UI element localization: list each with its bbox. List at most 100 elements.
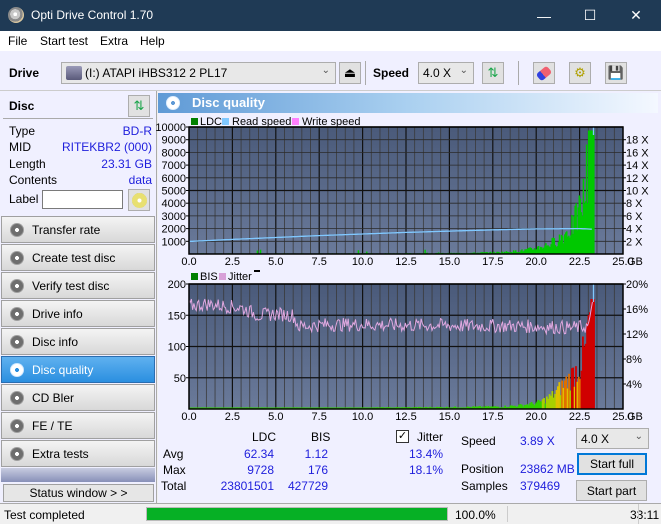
y2-tick-label: 12 X <box>626 173 649 185</box>
y-tick-label: 3000 <box>162 211 186 223</box>
x-tick-label: 5.0 <box>268 411 283 423</box>
max-label: Max <box>163 463 186 477</box>
max-bis: 176 <box>307 463 328 477</box>
samples-label: Samples <box>461 479 508 493</box>
legend-ldc: LDC <box>200 116 222 128</box>
avg-ldc: 62.34 <box>243 447 274 461</box>
status-divider <box>638 504 639 524</box>
avg-label: Avg <box>163 447 184 461</box>
position-value: 23862 MB <box>520 462 575 476</box>
x-tick-label: 7.5 <box>312 256 327 268</box>
y-tick-label: 2000 <box>162 224 186 236</box>
y2-tick-label: 16% <box>626 304 648 316</box>
speed-label: Speed <box>461 434 496 448</box>
avg-bis: 1.12 <box>304 447 328 461</box>
x-tick-label: 2.5 <box>225 411 240 423</box>
x-tick-label: 15.0 <box>439 256 460 268</box>
stats-header-ldc: LDC <box>252 430 277 444</box>
y2-tick-label: 6 X <box>626 211 643 223</box>
legend-marker <box>254 270 260 272</box>
legend-swatch-read-speed <box>222 118 229 125</box>
checkmark-icon: ✓ <box>397 430 408 442</box>
samples-value: 379469 <box>520 479 561 493</box>
progress-bar <box>146 507 448 521</box>
avg-jitter: 13.4% <box>408 447 443 461</box>
x-tick-label: 0.0 <box>181 411 196 423</box>
y2-tick-label: 18 X <box>626 135 649 147</box>
legend-swatch-ldc <box>191 118 198 125</box>
x-tick-label: 22.5 <box>569 256 590 268</box>
y2-tick-label: 12% <box>626 329 648 341</box>
y-tick-label: 10000 <box>155 122 186 134</box>
legend-jitter: Jitter <box>228 271 252 283</box>
speed-value: 3.89 X <box>520 434 555 448</box>
x-unit-label: GB <box>627 411 643 423</box>
legend-swatch-bis <box>191 273 198 280</box>
y2-tick-label: 2 X <box>626 236 643 248</box>
jitter-checkbox[interactable]: ✓ <box>396 430 409 443</box>
x-tick-label: 22.5 <box>569 411 590 423</box>
position-label: Position <box>461 462 504 476</box>
y-tick-label: 1000 <box>162 236 186 248</box>
y-tick-label: 50 <box>174 373 186 385</box>
x-tick-label: 0.0 <box>181 256 196 268</box>
x-tick-label: 5.0 <box>268 256 283 268</box>
y2-tick-label: 4% <box>626 379 642 391</box>
legend-read-speed: Read speed <box>232 116 291 128</box>
y2-tick-label: 8 X <box>626 198 643 210</box>
x-tick-label: 12.5 <box>395 411 416 423</box>
y2-tick-label: 10 X <box>626 186 649 198</box>
x-tick-label: 2.5 <box>225 256 240 268</box>
progress-fill <box>147 508 447 520</box>
y-tick-label: 150 <box>168 310 186 322</box>
x-tick-label: 17.5 <box>482 411 503 423</box>
y2-tick-label: 14 X <box>626 160 649 172</box>
elapsed-time: 33:11 <box>630 508 660 522</box>
start-part-button[interactable]: Start part <box>576 480 647 501</box>
legend-swatch-jitter <box>219 273 226 280</box>
y-tick-label: 9000 <box>162 135 186 147</box>
bis-chart: BIS Jitter 50 100 150 200 4% 8% 12% 16% 20% 0.0 2.… <box>168 270 648 423</box>
x-unit-label: GB <box>627 256 643 268</box>
x-tick-label: 10.0 <box>352 256 373 268</box>
ldc-bar <box>593 130 595 254</box>
x-tick-label: 20.0 <box>525 411 546 423</box>
x-tick-label: 12.5 <box>395 256 416 268</box>
x-tick-label: 20.0 <box>525 256 546 268</box>
total-bis: 427729 <box>287 479 328 493</box>
max-jitter: 18.1% <box>408 463 443 477</box>
chevron-down-icon: ⌄ <box>634 431 643 442</box>
status-divider <box>507 506 508 522</box>
max-ldc: 9728 <box>247 463 274 477</box>
y-tick-label: 100 <box>168 342 186 354</box>
x-tick-label: 15.0 <box>439 411 460 423</box>
y2-tick-label: 8% <box>626 354 642 366</box>
total-ldc: 23801501 <box>220 479 274 493</box>
y-tick-label: 8000 <box>162 147 186 159</box>
test-speed-select[interactable]: 4.0 X ⌄ <box>576 428 649 449</box>
legend-bis: BIS <box>200 271 218 283</box>
legend-write-speed: Write speed <box>302 116 361 128</box>
test-speed-value: 4.0 X <box>581 432 610 446</box>
total-label: Total <box>161 479 187 493</box>
y-tick-label: 200 <box>168 279 186 291</box>
jitter-label: Jitter <box>417 430 444 444</box>
y-tick-label: 4000 <box>162 198 186 210</box>
ldc-chart: LDC Read speed Write speed 1000200030004… <box>155 116 649 268</box>
y2-tick-label: 16 X <box>626 147 649 159</box>
y2-tick-label: 20% <box>626 279 648 291</box>
y-tick-label: 5000 <box>162 186 186 198</box>
charts-svg: LDC Read speed Write speed 1000200030004… <box>155 116 649 423</box>
legend-swatch-write-speed <box>292 118 299 125</box>
stats-header-bis: BIS <box>311 430 331 444</box>
start-full-button[interactable]: Start full <box>577 453 647 475</box>
status-bar: Test completed 100.0% 33:11 <box>0 503 661 524</box>
status-text: Test completed <box>4 508 85 522</box>
y-tick-label: 7000 <box>162 160 186 172</box>
progress-label: 100.0% <box>455 508 496 522</box>
y2-tick-label: 4 X <box>626 224 643 236</box>
x-tick-label: 17.5 <box>482 256 503 268</box>
x-tick-label: 10.0 <box>352 411 373 423</box>
x-tick-label: 7.5 <box>312 411 327 423</box>
bis-bar <box>593 299 595 409</box>
